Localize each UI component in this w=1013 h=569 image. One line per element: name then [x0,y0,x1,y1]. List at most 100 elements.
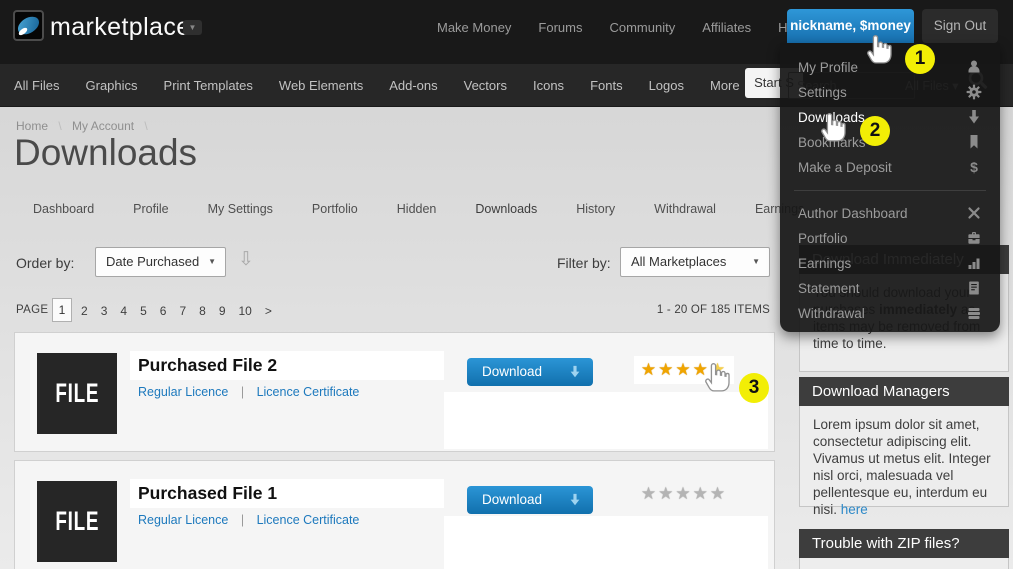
page-5[interactable]: 5 [140,304,147,318]
chevron-down-icon: ▼ [208,248,216,276]
downloads-page: marketplace ▼ Make Money Forums Communit… [0,0,1013,569]
briefcase-icon [966,230,982,246]
filter-by-label: Filter by: [557,255,611,271]
menu-item-earnings[interactable]: Earnings [780,251,1000,276]
page-title: Downloads [14,132,197,174]
file-links: Regular Licence | Licence Certificate [138,513,359,527]
catnav-fonts[interactable]: Fonts [590,78,623,93]
star-icon[interactable] [641,484,658,504]
account-tabs: Dashboard Profile My Settings Portfolio … [16,196,821,223]
catnav-web-elements[interactable]: Web Elements [279,78,363,93]
regular-licence-link[interactable]: Regular Licence [138,385,228,399]
menu-item-make-a-deposit[interactable]: Make a Deposit $ [780,155,1000,180]
person-icon [966,59,982,75]
page-8[interactable]: 8 [199,304,206,318]
star-icon[interactable] [658,484,675,504]
sign-out-button[interactable]: Sign Out [922,9,998,43]
star-icon[interactable] [710,484,727,504]
page-numbers: 2 3 4 5 6 7 8 9 10 > [81,304,272,318]
catnav-print-templates[interactable]: Print Templates [164,78,253,93]
file-thumbnail[interactable]: FILE [37,481,117,562]
page-3[interactable]: 3 [101,304,108,318]
cursor-icon [866,33,893,69]
breadcrumb-my-account[interactable]: My Account [72,119,134,133]
tab-portfolio[interactable]: Portfolio [295,196,375,223]
download-button[interactable]: Download [467,358,593,386]
download-icon [966,109,982,125]
file-thumbnail[interactable]: FILE [37,353,117,434]
menu-item-author-dashboard[interactable]: Author Dashboard [780,201,1000,226]
user-account-button[interactable]: nickname, $money [787,9,914,43]
top-nav: Make Money Forums Community Affiliates H… [437,0,805,54]
breadcrumb: Home \ My Account \ [16,119,155,133]
menu-item-downloads[interactable]: Downloads [780,105,1000,130]
annotation-badge-3: 3 [739,373,769,403]
nav-forums[interactable]: Forums [538,20,582,35]
menu-item-withdrawal[interactable]: Withdrawal [780,301,1000,326]
catnav-vectors[interactable]: Vectors [464,78,507,93]
page-next[interactable]: > [265,304,272,318]
logo-text[interactable]: marketplace [50,13,191,42]
rating-stars [634,484,734,504]
catnav-logos[interactable]: Logos [649,78,684,93]
download-sort-icon[interactable]: ⇩ [238,248,254,271]
tab-history[interactable]: History [559,196,632,223]
panel-title: Trouble with ZIP files? [799,529,1009,558]
star-icon[interactable] [675,360,692,380]
star-icon[interactable] [693,484,710,504]
page-9[interactable]: 9 [219,304,226,318]
nav-make-money[interactable]: Make Money [437,20,511,35]
regular-licence-link[interactable]: Regular Licence [138,513,228,527]
download-arrow-icon [568,493,582,507]
menu-item-settings[interactable]: Settings [780,80,1000,105]
svg-text:$: $ [970,159,978,175]
licence-certificate-link[interactable]: Licence Certificate [257,385,360,399]
menu-item-portfolio[interactable]: Portfolio [780,226,1000,251]
page-current[interactable]: 1 [52,298,72,322]
here-link[interactable]: here [841,502,868,517]
star-icon[interactable] [641,360,658,380]
catnav-all-files[interactable]: All Files [14,78,60,93]
file-title[interactable]: Purchased File 1 [138,483,277,504]
download-button[interactable]: Download [467,486,593,514]
catnav-graphics[interactable]: Graphics [86,78,138,93]
tab-profile[interactable]: Profile [116,196,185,223]
tab-my-settings[interactable]: My Settings [191,196,290,223]
tab-withdrawal[interactable]: Withdrawal [637,196,733,223]
annotation-badge-1: 1 [905,44,935,74]
filter-by-select[interactable]: All Marketplaces▼ [620,247,770,277]
catnav-more[interactable]: More [710,78,740,93]
star-icon[interactable] [658,360,675,380]
order-by-select[interactable]: Date Purchased▼ [95,247,226,277]
statement-icon [966,280,982,296]
catnav-add-ons[interactable]: Add-ons [389,78,437,93]
menu-divider [794,190,986,191]
tools-icon [966,205,982,221]
star-icon[interactable] [675,484,692,504]
licence-certificate-link[interactable]: Licence Certificate [257,513,360,527]
menu-item-statement[interactable]: Statement [780,276,1000,301]
logo-caret-icon[interactable]: ▼ [183,20,202,35]
cursor-icon [704,361,731,397]
page-2[interactable]: 2 [81,304,88,318]
menu-item-bookmarks[interactable]: Bookmarks [780,130,1000,155]
bookmark-icon [966,134,982,150]
chart-icon [966,255,982,271]
gear-icon [966,84,982,100]
page-7[interactable]: 7 [179,304,186,318]
tab-downloads[interactable]: Downloads [458,196,554,223]
page-6[interactable]: 6 [160,304,167,318]
catnav-icons[interactable]: Icons [533,78,564,93]
page-label: PAGE [16,304,48,316]
nav-affiliates[interactable]: Affiliates [702,20,751,35]
download-detail-area [444,392,768,449]
cash-icon [966,305,982,321]
nav-community[interactable]: Community [609,20,675,35]
page-10[interactable]: 10 [239,304,252,318]
file-title[interactable]: Purchased File 2 [138,355,277,376]
tab-dashboard[interactable]: Dashboard [16,196,111,223]
marketplace-logo-icon[interactable] [13,10,44,41]
breadcrumb-home[interactable]: Home [16,119,48,133]
tab-hidden[interactable]: Hidden [380,196,454,223]
page-4[interactable]: 4 [120,304,127,318]
